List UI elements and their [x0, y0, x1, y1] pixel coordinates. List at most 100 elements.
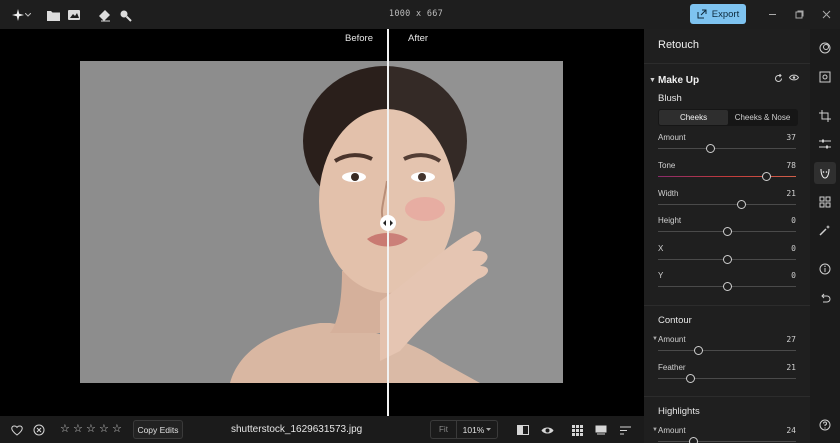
- top-bar: 1000 x 667 Export: [0, 0, 840, 29]
- slider-value[interactable]: 27: [786, 335, 796, 344]
- compare-icon[interactable]: [516, 423, 530, 437]
- slider-thumb[interactable]: [694, 346, 704, 355]
- slider-thumb[interactable]: [706, 144, 716, 153]
- slider-track[interactable]: [658, 378, 796, 379]
- slider-track[interactable]: [658, 176, 796, 177]
- reject-icon[interactable]: [32, 423, 46, 437]
- file-name: shutterstock_1629631573.jpg: [231, 424, 363, 435]
- highlights-title: Highlights: [658, 406, 700, 417]
- blush-amount-slider[interactable]: Amount 37: [658, 133, 796, 159]
- blush-tone-slider[interactable]: Tone 78: [658, 161, 796, 187]
- slider-track[interactable]: [658, 441, 796, 442]
- eraser-icon[interactable]: [96, 7, 112, 23]
- slider-label: Amount: [658, 335, 686, 344]
- restore-icon[interactable]: [793, 8, 805, 20]
- chevron-down-icon[interactable]: [24, 7, 32, 23]
- slider-value[interactable]: 21: [786, 363, 796, 372]
- slider-track[interactable]: [658, 204, 796, 205]
- magic-wand-icon[interactable]: [818, 223, 832, 237]
- star-icon[interactable]: ☆: [60, 422, 71, 436]
- frame-icon[interactable]: [818, 70, 832, 84]
- slider-value[interactable]: 0: [791, 216, 796, 225]
- slider-label: Width: [658, 189, 679, 198]
- contour-amount-slider[interactable]: ▼ Amount 27: [652, 335, 796, 361]
- slider-label: Y: [658, 271, 664, 280]
- slider-thumb[interactable]: [736, 200, 746, 209]
- star-rating[interactable]: ☆ ☆ ☆ ☆ ☆: [60, 422, 123, 436]
- search-icon[interactable]: [117, 7, 133, 23]
- close-icon[interactable]: [820, 8, 832, 20]
- drag-arrows-icon: [383, 220, 393, 226]
- slider-track[interactable]: [658, 148, 796, 149]
- blush-y-slider[interactable]: Y 0: [658, 271, 796, 297]
- slider-thumb[interactable]: [688, 437, 698, 443]
- contour-title: Contour: [658, 315, 692, 326]
- eye-icon[interactable]: [540, 423, 554, 437]
- slider-label: Feather: [658, 363, 686, 372]
- makeup-section-header[interactable]: ▼ Make Up: [649, 73, 799, 87]
- blush-x-slider[interactable]: X 0: [658, 244, 796, 270]
- slider-label: Tone: [658, 161, 676, 170]
- slider-thumb[interactable]: [723, 255, 732, 264]
- zoom-dropdown[interactable]: 101%: [456, 420, 498, 439]
- retouch-face-icon[interactable]: [818, 166, 832, 180]
- reset-icon[interactable]: [774, 74, 783, 83]
- split-handle[interactable]: [380, 215, 396, 231]
- slider-value[interactable]: 24: [786, 426, 796, 435]
- folder-icon[interactable]: [45, 7, 61, 23]
- makeup-label: Make Up: [658, 74, 700, 86]
- crop-icon[interactable]: [818, 109, 832, 123]
- grid-icon[interactable]: [570, 423, 584, 437]
- visibility-eye-icon[interactable]: [789, 74, 799, 81]
- fit-button[interactable]: Fit: [430, 420, 456, 439]
- slider-thumb[interactable]: [723, 282, 732, 291]
- slider-thumb[interactable]: [685, 374, 695, 383]
- slider-label: Height: [658, 216, 682, 225]
- slider-value[interactable]: 37: [786, 133, 796, 142]
- grid-tool-icon[interactable]: [818, 195, 832, 209]
- copy-edits-button[interactable]: Copy Edits: [133, 420, 183, 439]
- sort-icon[interactable]: [618, 423, 632, 437]
- single-view-icon[interactable]: [594, 423, 608, 437]
- blush-height-slider[interactable]: Height 0: [658, 216, 796, 242]
- slider-label: Amount: [658, 133, 686, 142]
- image-dimensions: 1000 x 667: [388, 9, 444, 19]
- info-icon[interactable]: [818, 262, 832, 276]
- tab-cheeks-and-nose[interactable]: Cheeks & Nose: [728, 110, 797, 125]
- slider-thumb[interactable]: [723, 227, 732, 236]
- contour-feather-slider[interactable]: Feather 21: [658, 363, 796, 389]
- star-icon[interactable]: ☆: [99, 422, 110, 436]
- collapse-triangle-icon[interactable]: ▼: [649, 77, 658, 84]
- heart-icon[interactable]: [10, 423, 24, 437]
- retouch-panel: Retouch ▼ Make Up Blush Cheeks Cheeks & …: [644, 29, 810, 443]
- slider-value[interactable]: 78: [786, 161, 796, 170]
- slider-value[interactable]: 21: [786, 189, 796, 198]
- layers-icon[interactable]: [818, 41, 832, 55]
- blush-title: Blush: [658, 93, 682, 104]
- minimize-icon[interactable]: [766, 8, 778, 20]
- star-icon[interactable]: ☆: [86, 422, 97, 436]
- image-stack-icon[interactable]: [66, 7, 82, 23]
- bottom-bar: ☆ ☆ ☆ ☆ ☆ Copy Edits shutterstock_162963…: [0, 416, 644, 443]
- after-label: After: [408, 33, 429, 44]
- blush-width-slider[interactable]: Width 21: [658, 189, 796, 215]
- export-button[interactable]: Export: [690, 4, 746, 24]
- slider-value[interactable]: 0: [791, 271, 796, 280]
- slider-value[interactable]: 0: [791, 244, 796, 253]
- tab-cheeks[interactable]: Cheeks: [659, 110, 728, 125]
- export-icon: [697, 9, 707, 19]
- star-icon[interactable]: ☆: [73, 422, 84, 436]
- slider-thumb[interactable]: [761, 172, 771, 181]
- history-undo-icon[interactable]: [818, 292, 832, 306]
- before-label: Before: [345, 33, 373, 44]
- export-label: Export: [711, 8, 740, 20]
- help-icon[interactable]: [818, 418, 832, 432]
- blush-mode-toggle: Cheeks Cheeks & Nose: [658, 109, 798, 126]
- star-icon[interactable]: ☆: [112, 422, 123, 436]
- adjustments-icon[interactable]: [818, 137, 832, 151]
- portrait-photo[interactable]: [80, 61, 563, 383]
- highlights-amount-slider[interactable]: ▼ Amount 24: [652, 426, 796, 443]
- divider: [644, 305, 810, 306]
- slider-track[interactable]: [658, 350, 796, 351]
- panel-title: Retouch: [658, 39, 699, 51]
